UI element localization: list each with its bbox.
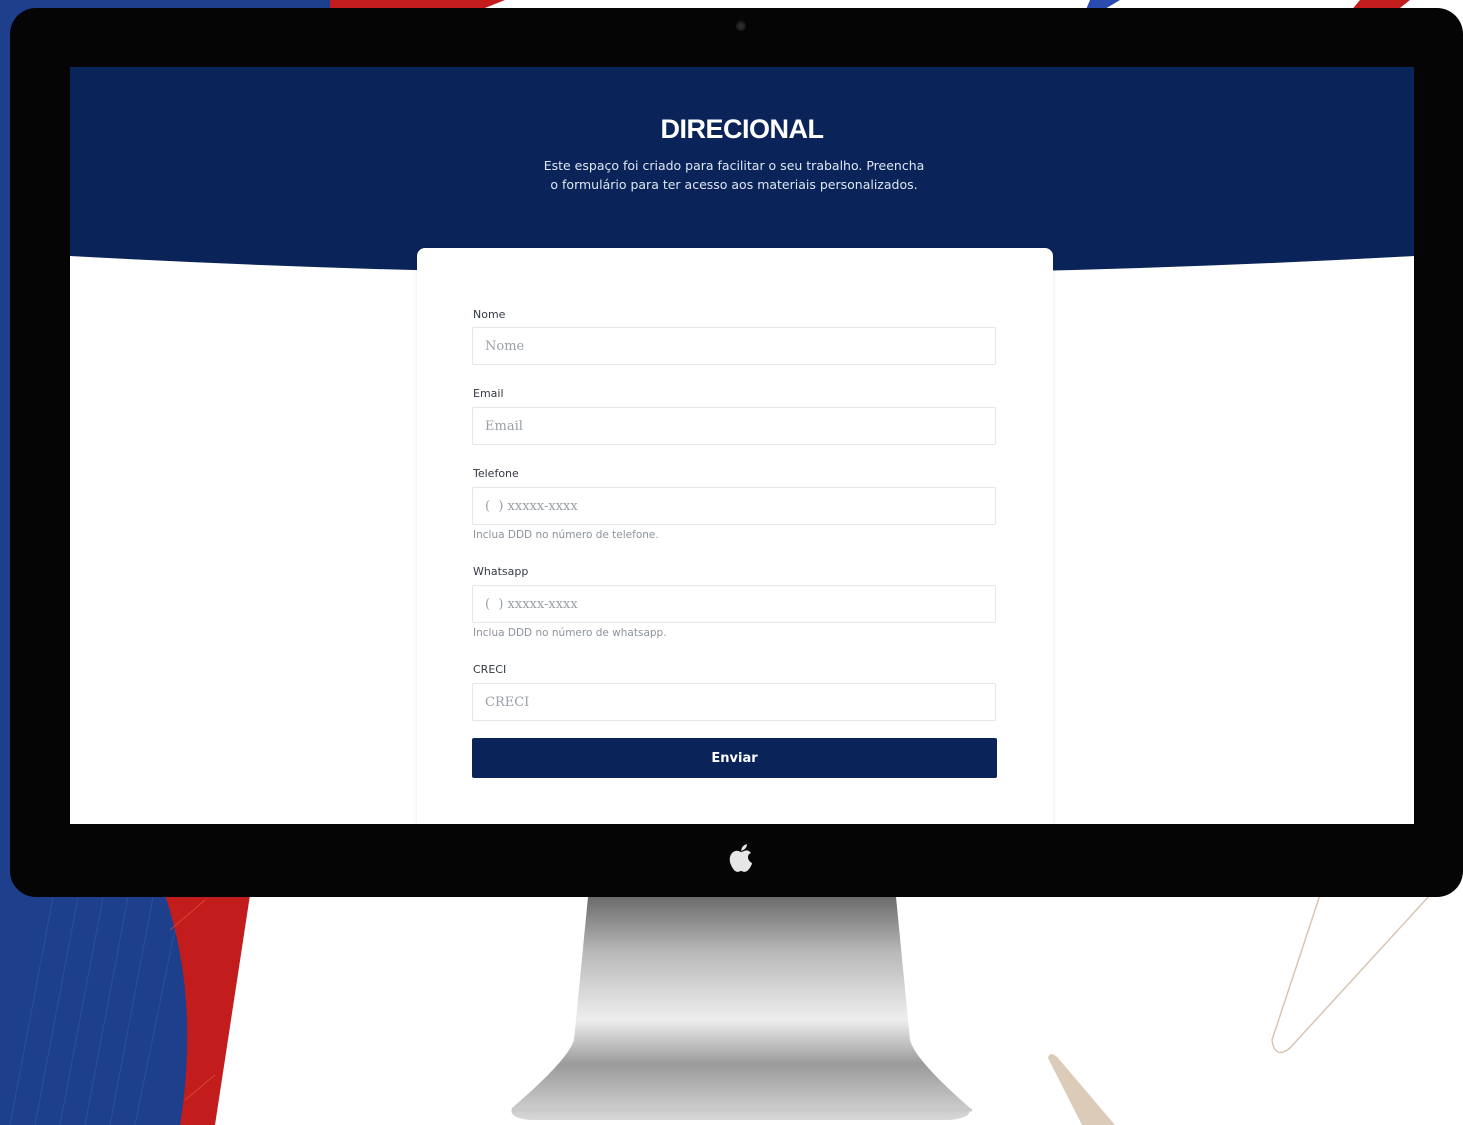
brand-logo-text: DIRECIONAL	[660, 114, 825, 144]
apple-logo-icon	[729, 844, 752, 872]
screen: DIRECIONAL Este espaço foi criado para f…	[70, 67, 1414, 824]
brand-logo: DIRECIONAL	[70, 114, 1414, 145]
enviar-button[interactable]: Enviar	[472, 738, 997, 778]
intro-text: Este espaço foi criado para facilitar o …	[543, 158, 925, 192]
email-input[interactable]	[472, 407, 996, 445]
monitor-frame: DIRECIONAL Este espaço foi criado para f…	[10, 8, 1463, 897]
email-label: Email	[473, 387, 504, 400]
creci-label: CRECI	[473, 663, 507, 676]
nome-input[interactable]	[472, 327, 996, 365]
nome-label: Nome	[473, 308, 506, 321]
telefone-label: Telefone	[473, 467, 519, 480]
whatsapp-input[interactable]	[472, 585, 996, 623]
telefone-help: Inclua DDD no número de telefone.	[473, 529, 659, 541]
form-card: Nome Email Telefone Inclua DDD no número…	[417, 248, 1053, 824]
camera-icon	[736, 21, 746, 31]
whatsapp-label: Whatsapp	[473, 565, 529, 578]
creci-input[interactable]	[472, 683, 996, 721]
whatsapp-help: Inclua DDD no número de whatsapp.	[473, 627, 667, 639]
telefone-input[interactable]	[472, 487, 996, 525]
